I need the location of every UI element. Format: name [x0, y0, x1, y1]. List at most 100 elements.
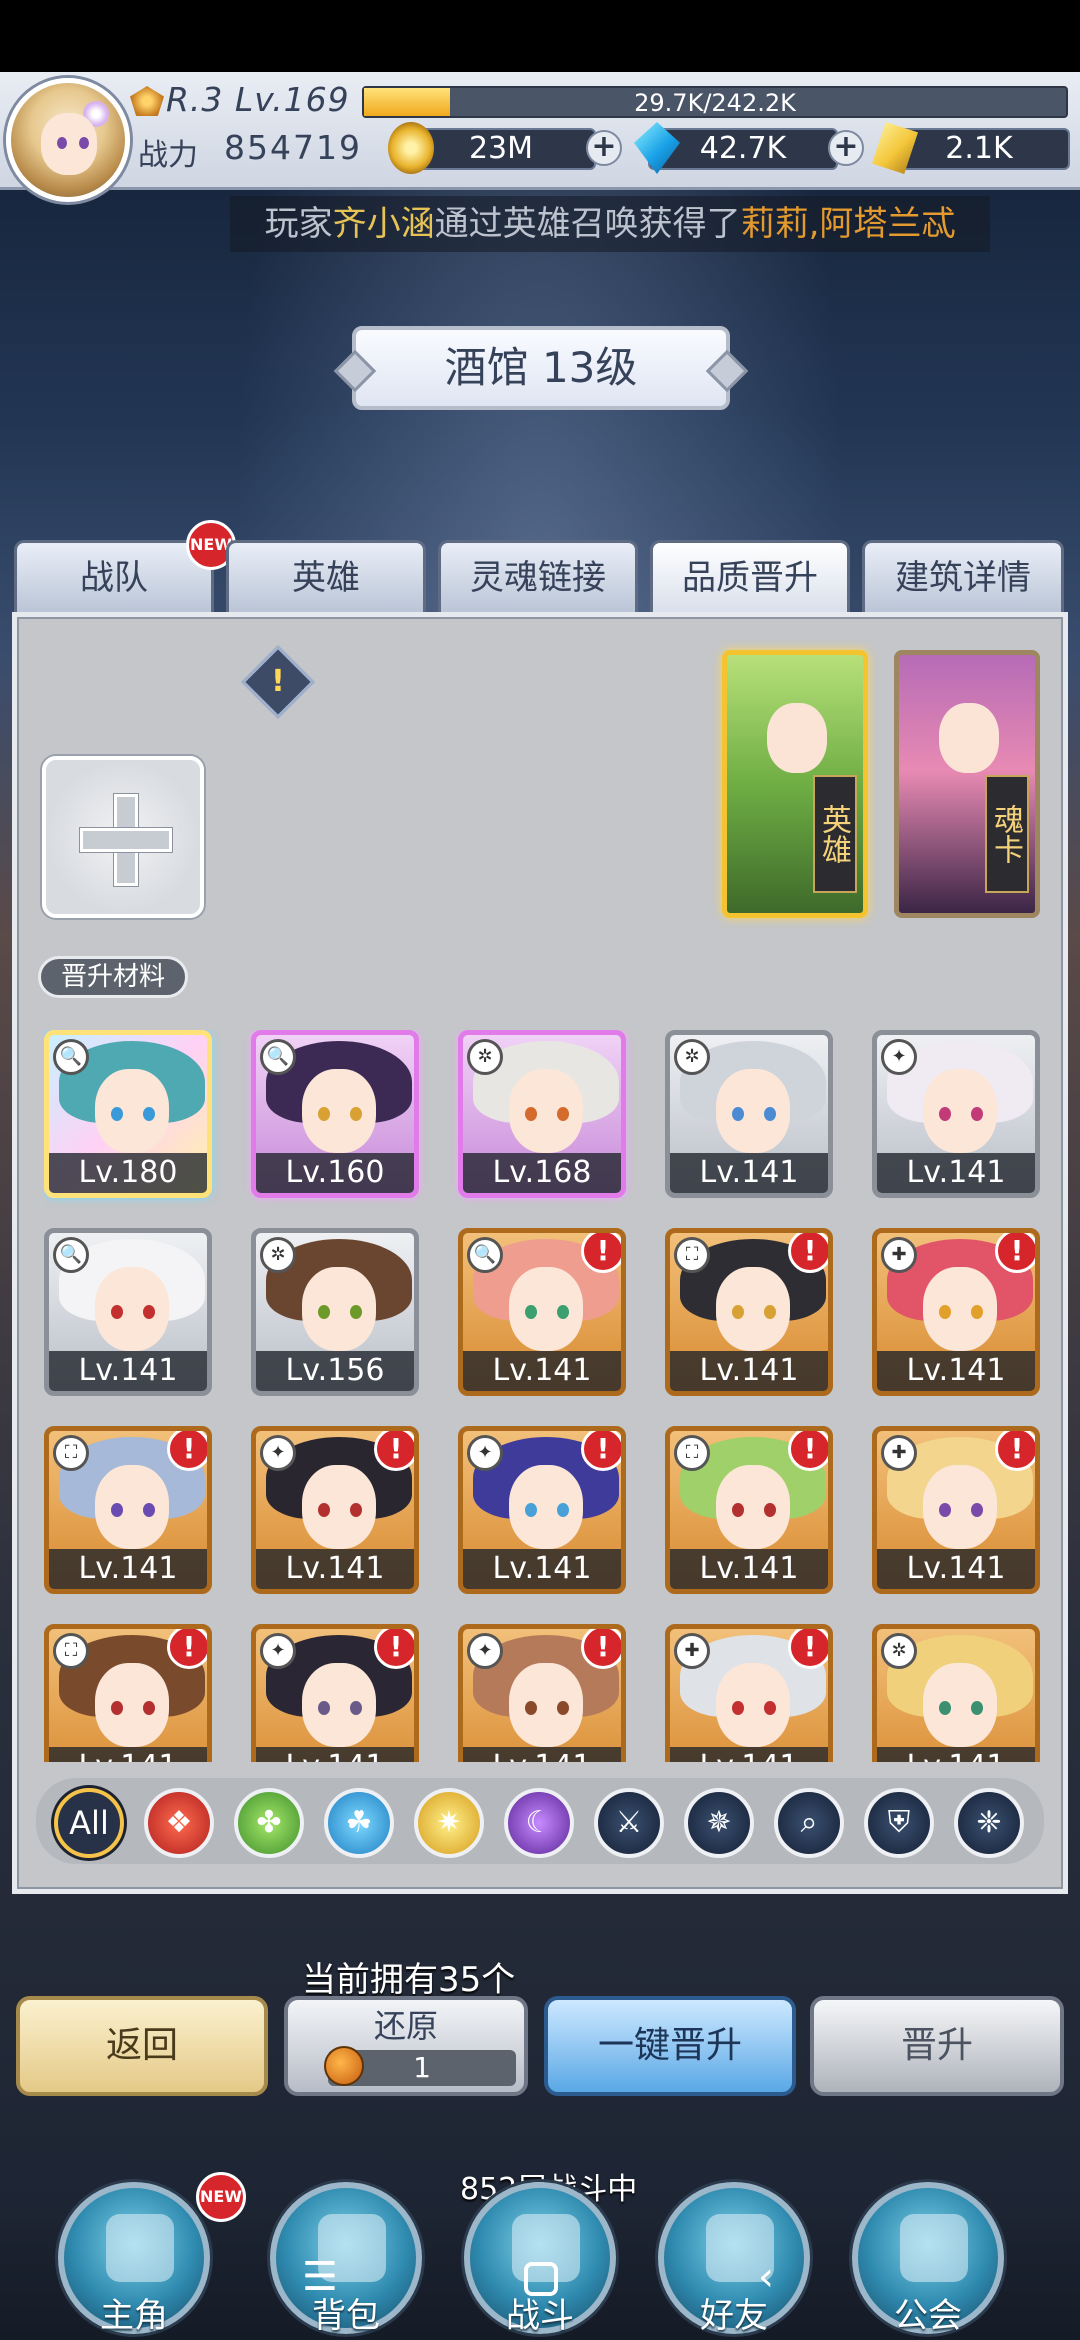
tab-quality-promotion[interactable]: 品质晋升	[650, 540, 850, 614]
filter-tank-icon[interactable]: ⛨	[864, 1788, 934, 1858]
status-bar	[0, 0, 1080, 72]
broadcast-prefix: 玩家	[264, 204, 333, 244]
filter-all-button[interactable]: All	[54, 1788, 124, 1858]
alert-badge-icon: !	[167, 1629, 207, 1669]
broadcast-middle: 通过英雄召唤获得了	[434, 204, 741, 244]
hero-card-label: 英雄	[813, 775, 857, 893]
filter-warrior-icon[interactable]: ⚔	[594, 1788, 664, 1858]
new-badge: NEW	[196, 2172, 246, 2222]
nav-friends[interactable]: 好友	[658, 2182, 810, 2336]
hero-eye	[557, 1503, 569, 1517]
filter-seeker-icon[interactable]: ⌕	[774, 1788, 844, 1858]
hero-eye	[318, 1503, 330, 1517]
tab-label: 建筑详情	[895, 558, 1031, 598]
soul-portrait	[939, 703, 999, 773]
class-icon: ✦	[260, 1435, 296, 1471]
hero-eye	[111, 1107, 123, 1121]
hero-card[interactable]: ✚ Lv.141!	[872, 1426, 1040, 1594]
hero-card[interactable]: ✲ Lv.141	[872, 1624, 1040, 1762]
exp-bar: 29.7K/242.2K	[362, 86, 1068, 118]
restore-button[interactable]: 还原 1	[284, 1996, 528, 2096]
system-menu-icon[interactable]: ☰	[302, 2254, 338, 2300]
nav-hero[interactable]: 主角	[58, 2182, 210, 2336]
class-icon: ✦	[467, 1633, 503, 1669]
hero-card[interactable]: 🔍 Lv.160	[251, 1030, 419, 1198]
hero-card[interactable]: ⛶ Lv.141!	[665, 1426, 833, 1594]
hero-card[interactable]: ✚ Lv.141!	[872, 1228, 1040, 1396]
tab-label: 英雄	[292, 558, 360, 598]
filter-support-icon[interactable]: ❈	[954, 1788, 1024, 1858]
nav-bag[interactable]: 背包	[270, 2182, 422, 2336]
hero-eye	[939, 1305, 951, 1319]
hero-face	[716, 1663, 790, 1747]
soul-card-label: 魂卡	[985, 775, 1029, 893]
alert-badge-icon: !	[788, 1629, 828, 1669]
hero-grid: 🔍 Lv.180 🔍 Lv.160 ✲ Lv.168 ✲ Lv.141 ✦ Lv.141 🔍 Lv.1…	[44, 1030, 1044, 1762]
hero-card[interactable]: 🔍 Lv.141	[44, 1228, 212, 1396]
hero-eye	[939, 1107, 951, 1121]
hero-card[interactable]: ✦ Lv.141!	[251, 1426, 419, 1594]
system-home-icon[interactable]	[524, 2262, 558, 2296]
nav-battle[interactable]: 战斗	[464, 2182, 616, 2336]
hero-level: Lv.141	[463, 1351, 621, 1391]
hero-card[interactable]: ✦ Lv.141	[872, 1030, 1040, 1198]
alert-badge-icon: !	[995, 1233, 1035, 1273]
hero-face	[716, 1069, 790, 1153]
soul-card-preview[interactable]: 魂卡	[894, 650, 1040, 918]
hero-card[interactable]: ✚ Lv.141!	[665, 1624, 833, 1762]
hero-card[interactable]: ✲ Lv.156	[251, 1228, 419, 1396]
hero-eye	[971, 1107, 983, 1121]
hero-face	[716, 1267, 790, 1351]
promote-button[interactable]: 晋升	[810, 1996, 1064, 2096]
hero-card[interactable]: ✲ Lv.141	[665, 1030, 833, 1198]
return-button[interactable]: 返回	[16, 1996, 268, 2096]
add-diamond-button[interactable]: +	[828, 130, 864, 166]
filter-light-icon[interactable]: ✷	[414, 1788, 484, 1858]
hero-card[interactable]: 🔍 Lv.141!	[458, 1228, 626, 1396]
filter-dark-icon[interactable]: ☾	[504, 1788, 574, 1858]
class-icon: ✚	[881, 1237, 917, 1273]
hero-level: Lv.141	[463, 1747, 621, 1762]
filter-mage-icon[interactable]: ✵	[684, 1788, 754, 1858]
tab-team[interactable]: 战队	[14, 540, 214, 614]
hero-card[interactable]: ✦ Lv.141!	[458, 1426, 626, 1594]
filter-wind-icon[interactable]: ✤	[234, 1788, 304, 1858]
hero-eye	[111, 1701, 123, 1715]
hero-card[interactable]: 🔍 Lv.180	[44, 1030, 212, 1198]
hero-level: Lv.141	[670, 1549, 828, 1589]
tab-soul-link[interactable]: 灵魂链接	[438, 540, 638, 614]
hero-card[interactable]: ⛶ Lv.141!	[665, 1228, 833, 1396]
filter-water-icon[interactable]: ☘	[324, 1788, 394, 1858]
hero-eye	[557, 1701, 569, 1715]
class-icon: ✦	[260, 1633, 296, 1669]
hero-eye	[732, 1305, 744, 1319]
hero-card[interactable]: ✲ Lv.168	[458, 1030, 626, 1198]
plus-icon	[80, 828, 172, 852]
hero-face	[923, 1663, 997, 1747]
hero-card[interactable]: ✦ Lv.141!	[458, 1624, 626, 1762]
hero-eye	[111, 1305, 123, 1319]
player-avatar[interactable]	[6, 78, 130, 202]
add-coin-button[interactable]: +	[586, 130, 622, 166]
hero-eye	[764, 1107, 776, 1121]
hero-eye	[318, 1701, 330, 1715]
filter-fire-icon[interactable]: ❖	[144, 1788, 214, 1858]
one-key-promote-button[interactable]: 一键晋升	[544, 1996, 796, 2096]
hero-face	[302, 1465, 376, 1549]
hero-card[interactable]: ✦ Lv.141!	[251, 1624, 419, 1762]
hero-card-preview[interactable]: 英雄	[722, 650, 868, 918]
hero-level: Lv.141	[670, 1153, 828, 1193]
tab-building-details[interactable]: 建筑详情	[862, 540, 1064, 614]
nav-guild[interactable]: 公会	[852, 2182, 1004, 2336]
hero-level: Lv.141	[877, 1351, 1035, 1391]
restore-label: 还原	[373, 2007, 438, 2045]
system-back-icon[interactable]: ‹	[758, 2254, 774, 2300]
tab-heroes[interactable]: 英雄	[226, 540, 426, 614]
add-hero-slot[interactable]	[42, 756, 204, 918]
class-icon: ⛶	[674, 1237, 710, 1273]
hero-eye	[764, 1305, 776, 1319]
hero-card[interactable]: ⛶ Lv.141!	[44, 1426, 212, 1594]
class-icon: ⛶	[674, 1435, 710, 1471]
hero-eye	[318, 1107, 330, 1121]
hero-card[interactable]: ⛶ Lv.141!	[44, 1624, 212, 1762]
